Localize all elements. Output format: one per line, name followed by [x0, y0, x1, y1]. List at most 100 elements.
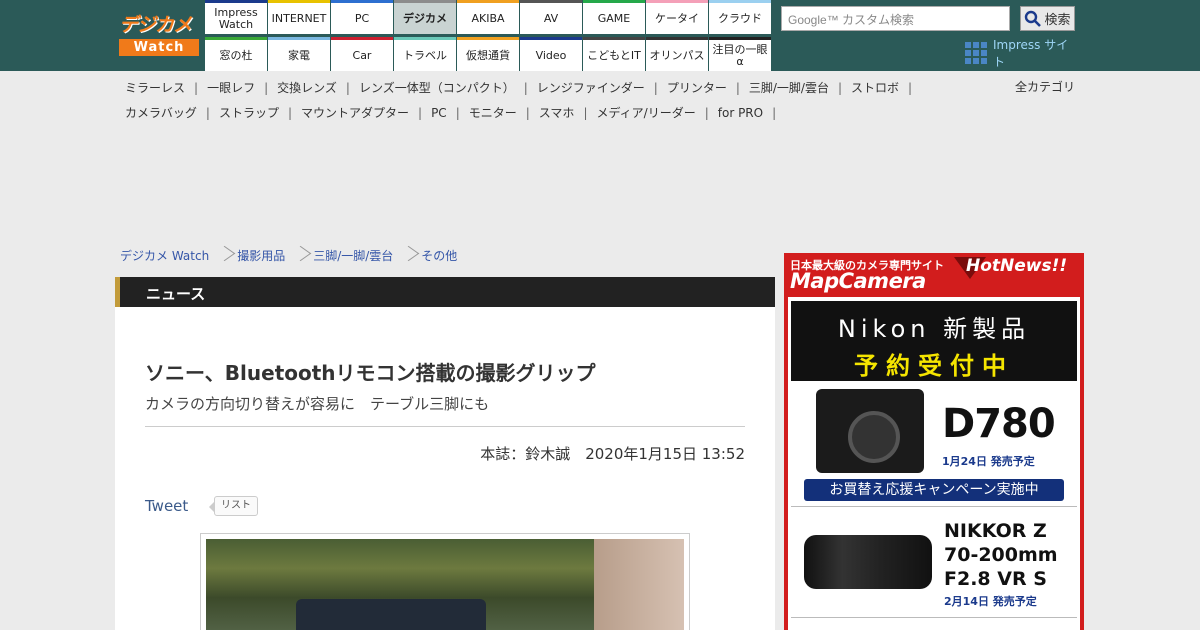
nav-tab[interactable]: 家電: [268, 37, 330, 71]
ad-campaign-banner[interactable]: お買替え応援キャンペーン実施中: [804, 479, 1064, 501]
article-byline: 本誌：鈴木誠 2020年1月15日 13:52: [480, 445, 745, 463]
nav-tab[interactable]: Impress Watch: [205, 0, 267, 34]
article-photo[interactable]: [200, 533, 690, 630]
section-label: ニュース: [146, 285, 206, 303]
nav-tab[interactable]: クラウド: [709, 0, 771, 34]
category-link[interactable]: 三脚/一脚/雲台: [749, 81, 829, 95]
nav-tab[interactable]: トラベル: [394, 37, 456, 71]
nav-tab[interactable]: AKIBA: [457, 0, 519, 34]
category-link[interactable]: PC: [431, 106, 447, 120]
category-link[interactable]: ミラーレス: [125, 81, 185, 95]
nav-tab[interactable]: こどもとIT: [583, 37, 645, 71]
all-categories-link[interactable]: 全カテゴリ: [1015, 78, 1075, 95]
category-nav-row1: ミラーレス | 一眼レフ | 交換レンズ | レンズ一体型（コンパクト） | レンジファインダー…: [125, 79, 921, 96]
category-link[interactable]: プリンター: [667, 81, 727, 95]
ad-hotnews: HotNews!!: [966, 256, 1068, 276]
separator: |: [287, 106, 292, 120]
nav-tab[interactable]: Video: [520, 37, 582, 71]
article-title: ソニー、Bluetoothリモコン搭載の撮影グリップ: [145, 361, 596, 385]
logo-text: デジカメ: [119, 14, 192, 36]
category-link[interactable]: レンズ一体型（コンパクト）: [359, 81, 515, 95]
search-button-label: 検索: [1044, 13, 1071, 28]
separator: |: [583, 106, 588, 120]
nav-tab[interactable]: Car: [331, 37, 393, 71]
breadcrumb-item[interactable]: 三脚/一脚/雲台: [313, 247, 393, 264]
category-link[interactable]: モニター: [469, 106, 517, 120]
search-button[interactable]: 検索: [1020, 6, 1075, 31]
breadcrumb-item[interactable]: その他: [421, 247, 457, 264]
category-nav-row2: カメラバッグ | ストラップ | マウントアダプター | PC | モニター | スマホ | メディア/…: [125, 104, 785, 121]
nav-tab[interactable]: 仮想通貨: [457, 37, 519, 71]
category-link[interactable]: ストラップ: [219, 106, 279, 120]
ad-headline-box: Nikon 新製品 予約受付中: [791, 301, 1077, 381]
separator: |: [735, 81, 740, 95]
impress-site-label: Impress サイト: [993, 38, 1069, 69]
chevron-right-icon: [402, 246, 412, 264]
nav-tab[interactable]: AV: [520, 0, 582, 34]
category-link[interactable]: 交換レンズ: [277, 81, 337, 95]
separator: |: [772, 106, 777, 120]
ad-product2-date: 2月14日 発売予定: [944, 595, 1037, 608]
ad-product1-date: 1月24日 発売予定: [942, 455, 1035, 468]
separator: |: [418, 106, 423, 120]
nav-tab[interactable]: PC: [331, 0, 393, 34]
nav-tab[interactable]: GAME: [583, 0, 645, 34]
list-button[interactable]: リスト: [209, 496, 258, 516]
breadcrumb-item[interactable]: デジカメ Watch: [120, 247, 209, 264]
nav-tab[interactable]: ケータイ: [646, 0, 708, 34]
separator: |: [523, 81, 528, 95]
separator: |: [455, 106, 460, 120]
ad-product2-line2: 70-200mm: [944, 544, 1058, 566]
category-link[interactable]: for PRO: [718, 106, 763, 120]
chevron-right-icon: [218, 246, 228, 264]
ad-product2: NIKKOR Z 70-200mm F2.8 VR S: [944, 519, 1058, 591]
category-link[interactable]: スマホ: [539, 106, 575, 120]
ad-headline1: Nikon 新製品: [837, 315, 1031, 343]
category-link[interactable]: レンジファインダー: [537, 81, 645, 95]
separator: |: [837, 81, 843, 95]
nav-tab[interactable]: オリンパス: [646, 37, 708, 71]
separator: |: [345, 81, 350, 95]
divider: [791, 506, 1077, 507]
category-link[interactable]: マウントアダプター: [301, 106, 409, 120]
separator: |: [194, 81, 199, 95]
tweet-button[interactable]: Tweet: [145, 497, 188, 515]
camera-icon: [816, 389, 924, 473]
category-link[interactable]: 一眼レフ: [207, 81, 255, 95]
ad-product1-name: D780: [942, 401, 1056, 447]
ad-headline2: 予約受付中: [854, 352, 1014, 380]
article-subtitle: カメラの方向切り替えが容易に テーブル三脚にも: [145, 395, 490, 413]
divider: [791, 617, 1077, 618]
site-nav-grid: Impress Watch INTERNET PC デジカメ AKIBA AV GAME ケー…: [205, 0, 771, 71]
ad-banner[interactable]: 日本最大級のカメラ専門サイト MapCamera HotNews!! Nikon…: [784, 253, 1084, 630]
article: ソニー、Bluetoothリモコン搭載の撮影グリップ カメラの方向切り替えが容易…: [115, 307, 775, 630]
nav-tab[interactable]: 窓の杜: [205, 37, 267, 71]
separator: |: [205, 106, 210, 120]
nav-tab[interactable]: 注目の一眼α: [709, 37, 771, 71]
category-link[interactable]: カメラバッグ: [125, 106, 197, 120]
site-header: デジカメ Watch Impress Watch INTERNET PC デジカメ AK…: [0, 0, 1200, 71]
photo-image: [206, 539, 684, 630]
ad-body: Nikon 新製品 予約受付中 D780 1月24日 発売予定 お買替え応援キャ…: [788, 297, 1080, 630]
search-icon: [1025, 10, 1042, 27]
category-link[interactable]: メディア/リーダー: [596, 106, 695, 120]
logo-subtext: Watch: [119, 39, 199, 56]
breadcrumb-item[interactable]: 撮影用品: [237, 247, 285, 264]
separator: |: [653, 81, 658, 95]
category-link[interactable]: ストロボ: [851, 81, 899, 95]
nav-tab[interactable]: デジカメ: [394, 0, 456, 34]
section-bar: ニュース: [115, 277, 775, 307]
search-input[interactable]: Google™ カスタム検索: [781, 6, 1010, 31]
breadcrumb: デジカメ Watch 撮影用品 三脚/一脚/雲台 その他: [120, 246, 457, 264]
separator: |: [704, 106, 709, 120]
divider: [145, 426, 745, 427]
site-logo[interactable]: デジカメ Watch: [119, 13, 199, 56]
camera-shape: [296, 599, 486, 630]
separator: |: [525, 106, 530, 120]
nav-tab[interactable]: INTERNET: [268, 0, 330, 34]
impress-site-link[interactable]: Impress サイト: [965, 38, 1080, 69]
chevron-right-icon: [294, 246, 304, 264]
lens-icon: [804, 535, 932, 589]
ad-brand: MapCamera: [790, 269, 926, 293]
separator: |: [264, 81, 269, 95]
